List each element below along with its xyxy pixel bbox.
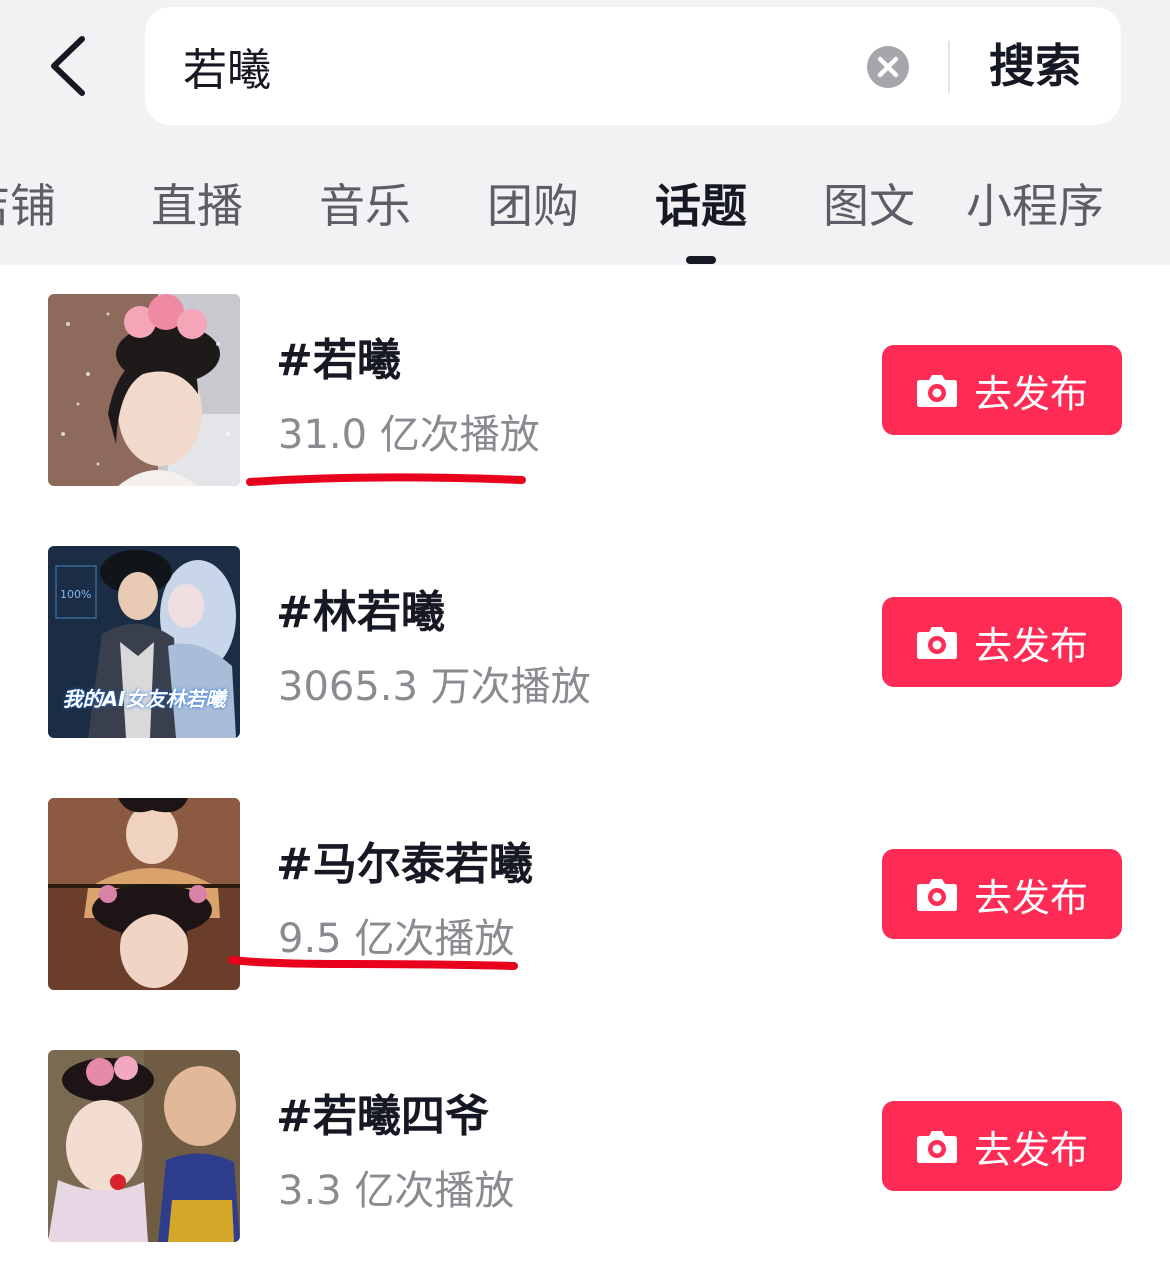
back-button[interactable] [38,30,98,102]
publish-button-label: 去发布 [973,623,1088,668]
topic-item[interactable]: 100% 我的AI女友林若曦 #林若曦 3065.3 万次播放 去发布 [0,546,1170,742]
red-underline-annotation [228,956,518,970]
topic-thumbnail[interactable]: 100% 我的AI女友林若曦 [48,546,240,738]
tab-image-text[interactable]: 图文 [823,170,915,242]
topic-thumbnail-image [48,294,240,486]
camera-icon [916,1131,957,1163]
search-box: 搜索 [145,7,1121,125]
publish-button[interactable]: 去发布 [882,597,1122,687]
back-arrow-icon [51,36,85,96]
camera-icon [916,879,957,911]
clear-icon [867,46,909,88]
camera-icon [916,627,957,659]
topic-title[interactable]: #林若曦 [276,576,445,640]
tab-mini-program[interactable]: 小程序 [966,170,1104,242]
publish-button-label: 去发布 [973,875,1088,920]
topic-thumbnail[interactable] [48,798,240,990]
topic-thumbnail-image [48,798,240,990]
tab-music[interactable]: 音乐 [319,170,411,242]
topic-title[interactable]: #若曦 [276,324,401,388]
red-underline-annotation [246,473,526,486]
tab-group-buy[interactable]: 团购 [487,170,579,242]
publish-button[interactable]: 去发布 [882,849,1122,939]
tab-topics[interactable]: 话题 [655,170,747,242]
publish-button-label: 去发布 [973,1127,1088,1172]
topic-thumbnail[interactable] [48,1050,240,1242]
publish-button-label: 去发布 [973,371,1088,416]
tab-shop[interactable]: 店铺 [0,170,56,242]
active-tab-indicator [686,256,716,264]
topic-play-count: 31.0 亿次播放 [278,412,540,458]
topic-item[interactable]: #若曦 31.0 亿次播放 去发布 [0,294,1170,490]
topic-play-count: 3065.3 万次播放 [278,664,591,710]
topic-thumbnail-image [48,1050,240,1242]
publish-button[interactable]: 去发布 [882,345,1122,435]
search-input[interactable] [183,35,823,97]
search-header: 搜索 店铺 直播 音乐 团购 话题 图文 小程序 [0,0,1170,265]
topic-play-count: 3.3 亿次播放 [278,1168,515,1214]
camera-icon [916,375,957,407]
tab-bar: 店铺 直播 音乐 团购 话题 图文 小程序 [0,170,1170,265]
topic-item[interactable]: #若曦四爷 3.3 亿次播放 去发布 [0,1050,1170,1246]
search-divider [948,41,950,93]
tab-live[interactable]: 直播 [151,170,243,242]
publish-button[interactable]: 去发布 [882,1101,1122,1191]
svg-text:100%: 100% [60,588,91,601]
topic-item[interactable]: #马尔泰若曦 9.5 亿次播放 去发布 [0,798,1170,994]
topic-title[interactable]: #若曦四爷 [276,1080,489,1144]
thumbnail-caption: 我的AI女友林若曦 [62,687,226,711]
clear-button[interactable] [867,46,909,88]
topic-thumbnail[interactable] [48,294,240,486]
topic-title[interactable]: #马尔泰若曦 [276,828,533,892]
search-button[interactable]: 搜索 [970,29,1100,103]
